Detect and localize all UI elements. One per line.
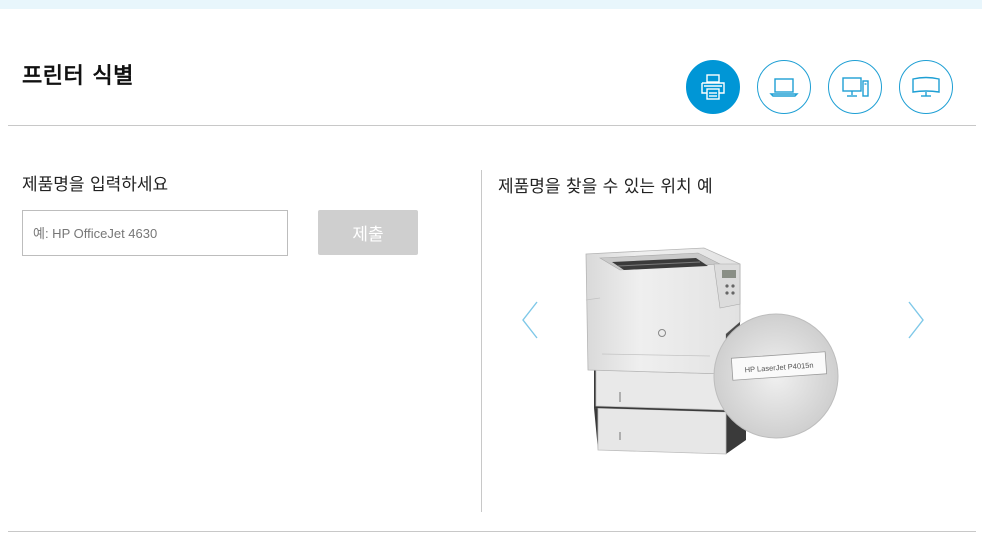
- submit-button[interactable]: 제출: [318, 210, 418, 255]
- page-title: 프린터 식별: [22, 64, 134, 89]
- column-divider: [481, 170, 482, 512]
- top-banner-strip: [0, 0, 982, 9]
- carousel-prev-arrow[interactable]: [520, 300, 540, 340]
- tab-laptop[interactable]: [757, 60, 811, 114]
- footer-divider: [8, 531, 976, 532]
- tab-printer[interactable]: [686, 60, 740, 114]
- tab-monitor[interactable]: [899, 60, 953, 114]
- header-divider: [8, 125, 976, 126]
- product-name-input[interactable]: [22, 210, 288, 256]
- laptop-icon: [769, 78, 799, 97]
- tab-desktop[interactable]: [828, 60, 882, 114]
- product-name-label: 제품명을 입력하세요: [22, 175, 169, 195]
- desktop-icon: [842, 77, 869, 97]
- example-location-title: 제품명을 찾을 수 있는 위치 예: [498, 177, 713, 197]
- printer-example-image: HP LaserJet P4015n: [585, 247, 839, 455]
- carousel-next-arrow[interactable]: [906, 300, 926, 340]
- monitor-icon: [912, 76, 940, 97]
- printer-icon: [701, 74, 725, 100]
- device-type-tabs: [686, 60, 953, 114]
